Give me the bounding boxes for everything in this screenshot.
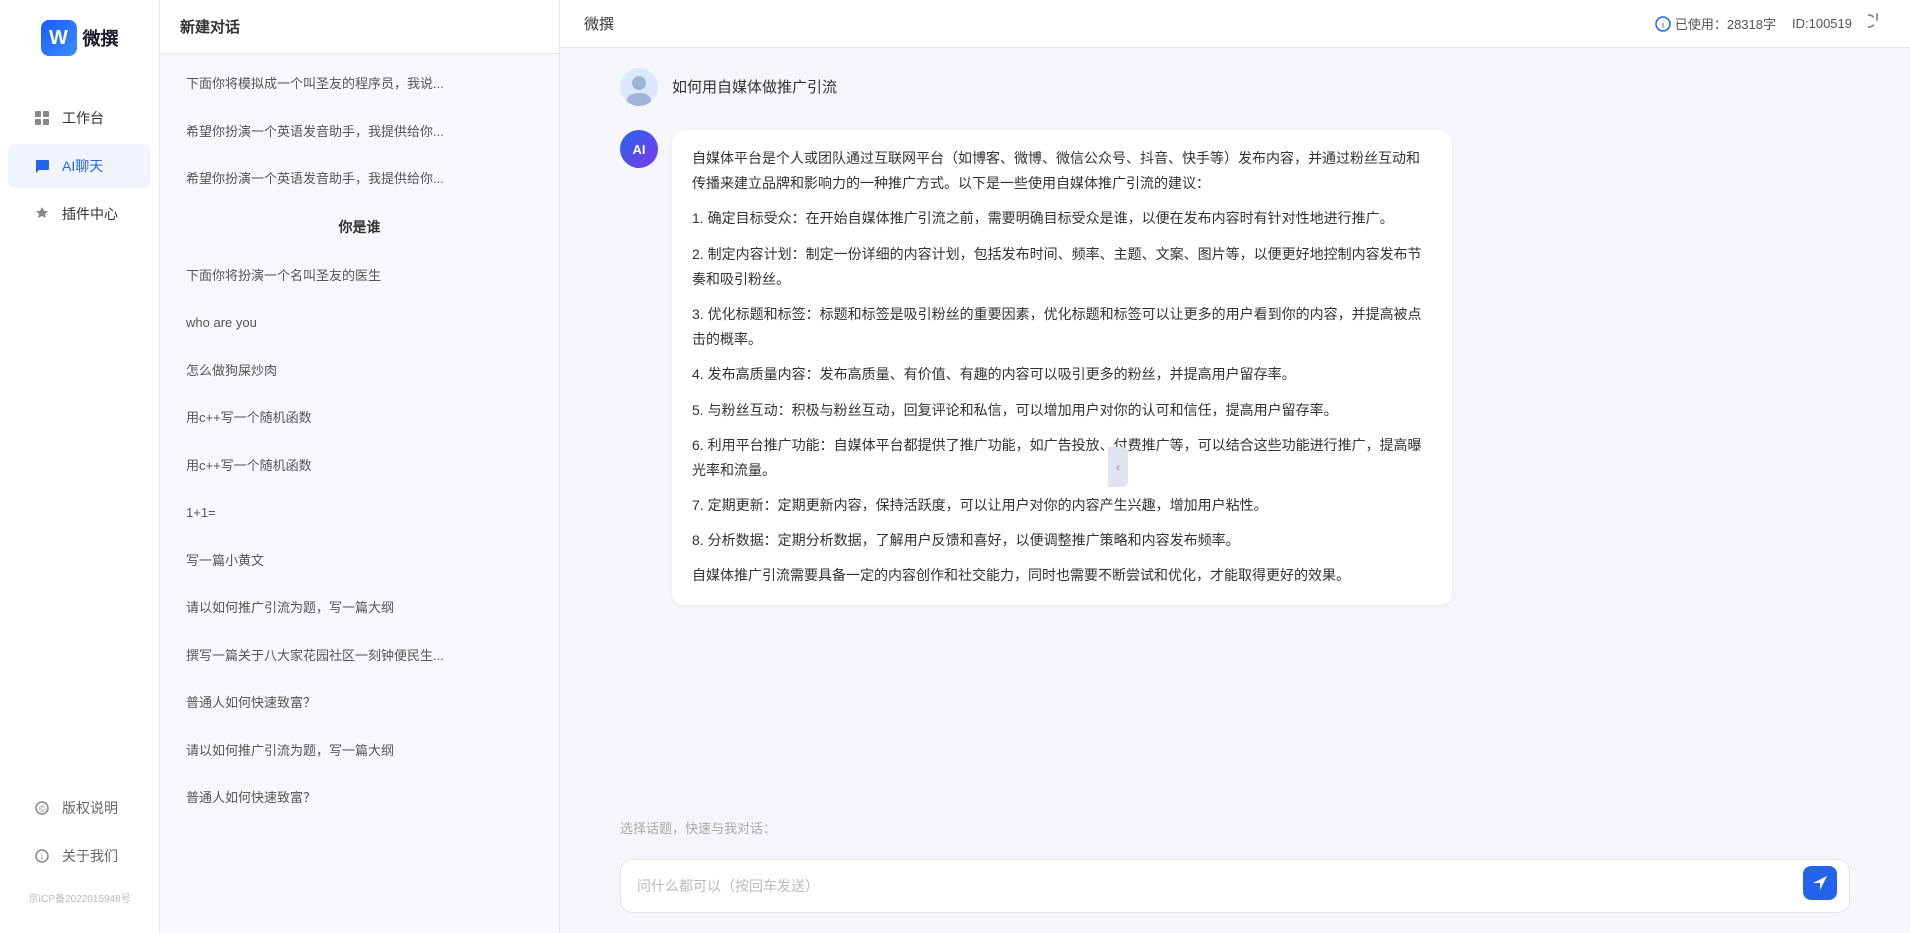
- copyright-icon: ©: [32, 798, 52, 818]
- sidebar-item-copyright-label: 版权说明: [62, 798, 118, 818]
- main-header: 微撰 i 已使用：28318字 ID:100519: [560, 0, 1910, 48]
- chat-list-item[interactable]: 撰写一篇关于八大家花园社区一刻钟便民生...: [172, 634, 547, 678]
- input-wrapper: [620, 859, 1850, 913]
- collapse-panel-button[interactable]: ‹: [1108, 447, 1128, 487]
- sidebar: W 微撰 工作台 AI聊天 插件中心 © 版权说明: [0, 0, 160, 933]
- header-right: i 已使用：28318字 ID:100519: [1655, 12, 1886, 35]
- about-icon: i: [32, 846, 52, 866]
- logo-area: W 微撰: [41, 20, 119, 56]
- chat-list-item[interactable]: 你是谁: [172, 205, 547, 250]
- chat-list-item[interactable]: 用c++写一个随机函数: [172, 444, 547, 488]
- input-area: [560, 849, 1910, 933]
- chat-list: 下面你将模拟成一个叫圣友的程序员，我说...希望你扮演一个英语发音助手，我提供给…: [160, 54, 559, 933]
- chat-list-item[interactable]: 普通人如何快速致富？: [172, 681, 547, 725]
- chat-list-item[interactable]: 写一篇小黄文: [172, 539, 547, 583]
- user-avatar: [620, 68, 658, 106]
- sidebar-item-copyright[interactable]: © 版权说明: [8, 786, 151, 830]
- chat-list-item[interactable]: 下面你将扮演一个名叫圣友的医生: [172, 254, 547, 298]
- chat-list-item[interactable]: 下面你将模拟成一个叫圣友的程序员，我说...: [172, 62, 547, 106]
- chat-content: 如何用自媒体做推广引流 AI 自媒体平台是个人或团队通过互联网平台（如博客、微博、微…: [560, 48, 1910, 808]
- message-input-box: [620, 859, 1850, 913]
- sidebar-item-workbench[interactable]: 工作台: [8, 96, 151, 140]
- sidebar-item-plugin-center[interactable]: 插件中心: [8, 192, 151, 236]
- chat-list-item[interactable]: 请以如何推广引流为题，写一篇大纲: [172, 729, 547, 773]
- grid-icon: [32, 108, 52, 128]
- sidebar-item-about-label: 关于我们: [62, 846, 118, 866]
- sidebar-item-about[interactable]: i 关于我们: [8, 834, 151, 878]
- svg-text:©: ©: [39, 804, 46, 814]
- ai-avatar: AI: [620, 130, 658, 168]
- middle-panel: 新建对话 下面你将模拟成一个叫圣友的程序员，我说...希望你扮演一个英语发音助手…: [160, 0, 560, 933]
- user-message: 如何用自媒体做推广引流: [672, 68, 837, 106]
- quick-area: 选择话题，快速与我对话：: [560, 808, 1910, 849]
- message-row-user: 如何用自媒体做推广引流: [620, 68, 1850, 106]
- icp-text: 京ICP备2022015948号: [0, 882, 159, 913]
- nav-items: 工作台 AI聊天 插件中心: [0, 96, 159, 786]
- ai-message: 自媒体平台是个人或团队通过互联网平台（如博客、微博、微信公众号、抖音、快手等）发…: [672, 130, 1452, 605]
- chat-list-item[interactable]: 请以如何推广引流为题，写一篇大纲: [172, 586, 547, 630]
- sidebar-item-plugin-label: 插件中心: [62, 204, 118, 224]
- send-icon: [1811, 874, 1829, 892]
- usage-info: i 已使用：28318字: [1655, 14, 1776, 33]
- chat-icon: [32, 156, 52, 176]
- chat-list-item[interactable]: 1+1=: [172, 491, 547, 535]
- plugin-icon: [32, 204, 52, 224]
- quick-label: 选择话题，快速与我对话：: [620, 818, 1850, 837]
- chat-list-item[interactable]: who are you: [172, 301, 547, 345]
- logo-text: 微撰: [83, 25, 119, 51]
- chat-list-item[interactable]: 普通人如何快速致富？: [172, 776, 547, 820]
- page-title: 微撰: [584, 13, 614, 34]
- chat-list-item[interactable]: 怎么做狗屎炒肉: [172, 349, 547, 393]
- id-info: ID:100519: [1792, 16, 1852, 31]
- sidebar-bottom: © 版权说明 i 关于我们 京ICP备2022015948号: [0, 786, 159, 913]
- main-area: 微撰 i 已使用：28318字 ID:100519 如何用自媒体做推广引流 AI 自…: [560, 0, 1910, 933]
- usage-text: 已使用：28318字: [1675, 14, 1776, 33]
- chat-list-item[interactable]: 用c++写一个随机函数: [172, 396, 547, 440]
- send-button[interactable]: [1803, 866, 1837, 900]
- svg-text:i: i: [1662, 20, 1664, 30]
- info-icon: i: [1655, 16, 1671, 32]
- power-icon[interactable]: [1868, 12, 1886, 35]
- new-conversation-button[interactable]: 新建对话: [160, 0, 559, 54]
- chat-list-item[interactable]: 希望你扮演一个英语发音助手，我提供给你...: [172, 157, 547, 201]
- chat-list-item[interactable]: 希望你扮演一个英语发音助手，我提供给你...: [172, 110, 547, 154]
- message-row-assistant: AI 自媒体平台是个人或团队通过互联网平台（如博客、微博、微信公众号、抖音、快手等…: [620, 130, 1850, 605]
- sidebar-item-workbench-label: 工作台: [62, 108, 104, 128]
- svg-text:i: i: [41, 852, 43, 862]
- sidebar-item-ai-chat-label: AI聊天: [62, 156, 103, 176]
- message-input[interactable]: [637, 876, 1799, 897]
- sidebar-item-ai-chat[interactable]: AI聊天: [8, 144, 151, 188]
- logo-icon: W: [41, 20, 77, 56]
